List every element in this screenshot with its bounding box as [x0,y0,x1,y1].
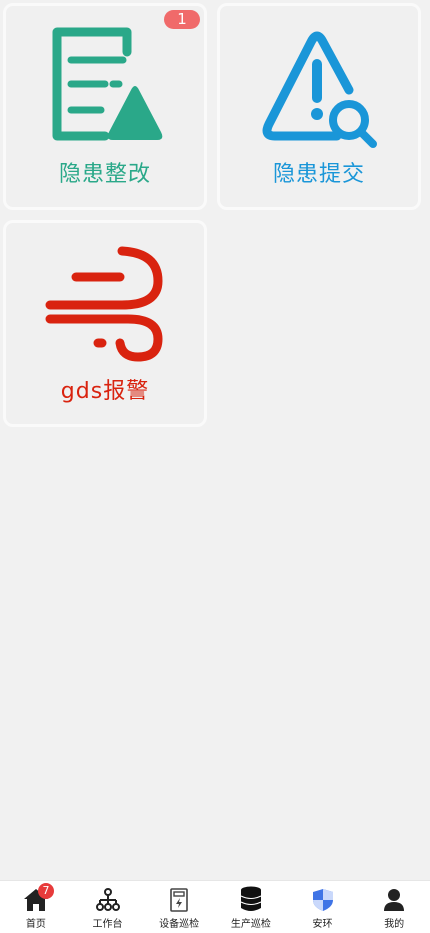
card-label: gds报警 [60,379,150,404]
tab-label: 设备巡检 [159,919,200,930]
card-label: 隐患提交 [272,162,365,187]
tab-home[interactable]: 7 首页 [0,881,72,933]
tab-device-inspection[interactable]: 设备巡检 [143,881,215,933]
bottom-tab-bar: 7 首页 工作台 设备巡检 生产巡检 安环 我的 [0,880,430,933]
warning-search-icon [220,24,418,148]
card-gds-alarm[interactable]: gds报警 [3,220,207,427]
user-icon [383,886,405,912]
card-hazard-rectification[interactable]: 1 隐患整改 [3,3,207,210]
rectification-document-icon [6,24,204,144]
org-chart-icon [95,886,120,912]
wind-alarm-icon [6,243,204,363]
tab-label: 首页 [25,919,46,930]
shield-icon [312,886,334,912]
tab-label: 生产巡检 [230,919,271,930]
card-label: 隐患整改 [58,162,151,187]
tab-label: 我的 [384,919,405,930]
tab-badge: 7 [38,883,54,899]
card-hazard-submit[interactable]: 隐患提交 [217,3,421,210]
tab-workbench[interactable]: 工作台 [72,881,144,933]
tab-label: 安环 [312,919,333,930]
tab-mine[interactable]: 我的 [358,881,430,933]
device-inspection-icon [169,886,189,912]
tab-label: 工作台 [92,919,123,930]
tab-safety-environment[interactable]: 安环 [287,881,359,933]
database-icon [240,886,262,912]
tab-production-inspection[interactable]: 生产巡检 [215,881,287,933]
